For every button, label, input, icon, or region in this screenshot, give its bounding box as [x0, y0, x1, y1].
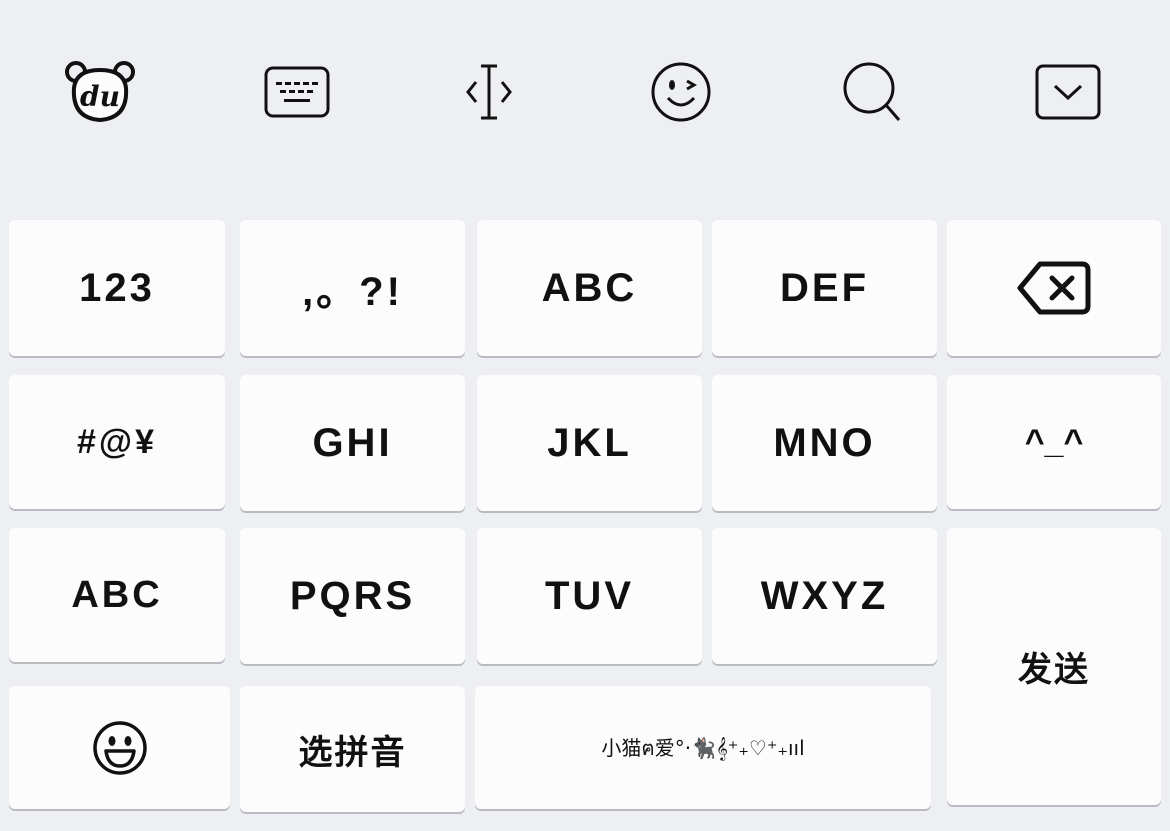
select-pinyin-key[interactable]: 选拼音 [240, 686, 465, 812]
keyboard-switch-button[interactable] [252, 54, 342, 130]
key-mno[interactable]: MNO [712, 375, 937, 511]
space-phrase-label: 小猫ฅ爱°·🐈‍⬛𝄞⁺₊♡⁺₊ııl [601, 735, 805, 760]
bear-logo-icon: du [65, 61, 135, 123]
space-key[interactable]: 小猫ฅ爱°·🐈‍⬛𝄞⁺₊♡⁺₊ııl [475, 686, 931, 809]
key-abc-switch[interactable]: ABC [9, 528, 225, 662]
collapse-keyboard-icon [1035, 64, 1101, 120]
key-ghi[interactable]: GHI [240, 375, 465, 511]
key-label: TUV [545, 573, 634, 618]
key-pqrs[interactable]: PQRS [240, 528, 465, 664]
emoji-wink-icon [651, 62, 711, 122]
key-label: GHI [312, 420, 393, 465]
key-label: ABC [541, 265, 638, 310]
emoji-panel-button[interactable] [636, 54, 726, 130]
key-kaomoji[interactable]: ^_^ [947, 375, 1161, 509]
backspace-key[interactable] [947, 220, 1161, 356]
search-icon [843, 62, 901, 121]
cursor-icon [466, 64, 512, 120]
key-label: 选拼音 [298, 732, 407, 773]
search-button[interactable] [828, 54, 918, 130]
key-label: 发送 [1018, 650, 1090, 690]
key-label: MNO [773, 420, 876, 465]
key-def[interactable]: DEF [712, 220, 937, 356]
key-label: ^_^ [1024, 422, 1084, 461]
key-label: ,。?! [302, 270, 403, 314]
logo-text: du [80, 80, 120, 113]
key-label: #@¥ [77, 422, 157, 461]
cursor-move-button[interactable] [444, 54, 534, 130]
emoji-key[interactable] [9, 686, 230, 809]
key-jkl[interactable]: JKL [477, 375, 702, 511]
key-symbols[interactable]: #@¥ [9, 375, 225, 509]
key-label: ABC [71, 573, 163, 616]
key-punctuation[interactable]: ,。?! [240, 220, 465, 356]
key-tuv[interactable]: TUV [477, 528, 702, 664]
collapse-keyboard-button[interactable] [1023, 54, 1113, 130]
baidu-logo-button[interactable]: du [55, 54, 145, 130]
key-123[interactable]: 123 [9, 220, 225, 356]
key-label: JKL [547, 420, 632, 465]
key-wxyz[interactable]: WXYZ [712, 528, 937, 664]
smiley-icon [92, 720, 147, 775]
send-key[interactable]: 发送 [947, 528, 1161, 805]
keyboard-icon [264, 66, 330, 118]
backspace-icon [1017, 261, 1091, 315]
key-label: PQRS [289, 573, 416, 618]
key-label: DEF [780, 265, 869, 310]
key-abc[interactable]: ABC [477, 220, 702, 356]
key-label: WXYZ [760, 573, 889, 618]
key-label: 123 [79, 265, 155, 310]
